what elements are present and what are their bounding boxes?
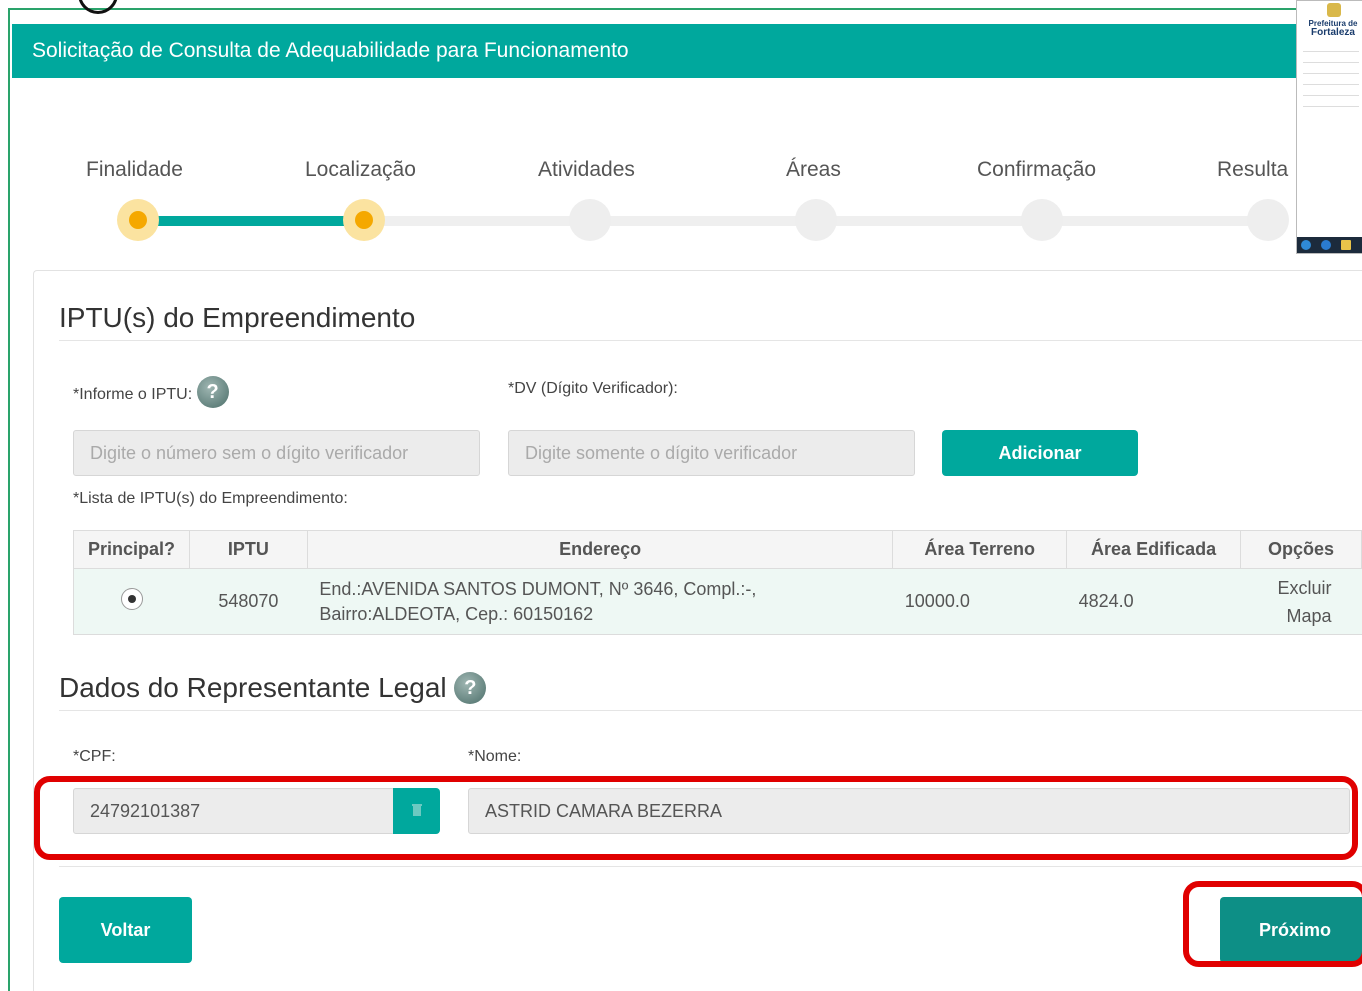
site-thumbnail: Prefeitura de Fortaleza (1296, 0, 1362, 254)
principal-radio[interactable] (120, 588, 143, 610)
start-icon (1301, 240, 1311, 250)
thumbnail-title: Prefeitura de Fortaleza (1308, 19, 1358, 38)
dv-input[interactable]: Digite somente o dígito verificador (508, 430, 915, 476)
col-opcoes: Opções (1240, 530, 1362, 569)
address-line-1: End.:AVENIDA SANTOS DUMONT, Nº 3646, Com… (319, 578, 757, 599)
page-header: Solicitação de Consulta de Adequabilidad… (12, 24, 1362, 78)
col-iptu: IPTU (188, 530, 308, 569)
dv-label: *DV (Dígito Verificador): (508, 380, 678, 397)
city-logo-icon (1327, 3, 1341, 17)
delete-link[interactable]: Excluir (1241, 574, 1331, 602)
col-endereco: Endereço (306, 530, 894, 569)
col-area-terreno: Área Terreno (892, 530, 1068, 569)
table-row: 548070 End.:AVENIDA SANTOS DUMONT, Nº 36… (73, 568, 1362, 635)
step-label-finalidade: Finalidade (86, 158, 183, 181)
rep-section-divider (59, 710, 1362, 711)
principal-cell (73, 568, 190, 635)
rep-section-title: Dados do Representante Legal ? (59, 671, 487, 704)
name-label: *Nome: (468, 748, 522, 765)
iptu-section-title: IPTU(s) do Empreendimento (59, 302, 416, 333)
folder-icon (1341, 240, 1351, 250)
step-label-localizacao: Localização (305, 158, 416, 181)
iptu-label: *Informe o IPTU: ? (73, 376, 229, 408)
add-iptu-button[interactable]: Adicionar (942, 430, 1138, 476)
area-terreno-cell: 10000.0 (892, 568, 1067, 635)
address-cell: End.:AVENIDA SANTOS DUMONT, Nº 3646, Com… (307, 568, 893, 635)
iptu-list-label: *Lista de IPTU(s) do Empreendimento: (73, 490, 348, 507)
options-cell: Excluir Mapa (1240, 568, 1362, 635)
area-edificada-cell: 4824.0 (1066, 568, 1241, 635)
step-label-confirmacao: Confirmação (977, 158, 1097, 181)
table-header-row: Principal? IPTU Endereço Área Terreno Ár… (73, 530, 1362, 569)
iptu-section-divider (59, 340, 1362, 341)
step-dot-atividades (569, 199, 611, 241)
thumbnail-taskbar (1297, 237, 1362, 253)
rep-help-icon[interactable]: ? (454, 671, 487, 704)
step-label-resultado: Resulta (1217, 158, 1289, 181)
step-dot-finalidade (117, 199, 159, 241)
step-dot-confirmacao (1021, 199, 1063, 241)
address-line-2: Bairro:ALDEOTA, Cep.: 60150162 (319, 603, 594, 624)
browser-icon (1321, 240, 1331, 250)
iptu-cell: 548070 (189, 568, 308, 635)
footer-divider (59, 866, 1362, 867)
back-button[interactable]: Voltar (59, 897, 192, 963)
step-label-areas: Áreas (786, 158, 841, 181)
iptu-table: Principal? IPTU Endereço Área Terreno Ár… (73, 530, 1362, 635)
step-label-atividades: Atividades (538, 158, 635, 181)
highlight-representative-fields (34, 776, 1358, 860)
step-dot-localizacao (343, 199, 385, 241)
iptu-help-icon[interactable]: ? (196, 376, 229, 408)
step-dot-areas (795, 199, 837, 241)
col-area-edificada: Área Edificada (1066, 530, 1242, 569)
step-track-completed (158, 216, 358, 226)
step-dot-resultado (1247, 199, 1289, 241)
page-title: Solicitação de Consulta de Adequabilidad… (32, 39, 629, 62)
highlight-next-button (1183, 881, 1362, 967)
map-link[interactable]: Mapa (1241, 602, 1331, 630)
iptu-input[interactable]: Digite o número sem o dígito verificador (73, 430, 480, 476)
thumbnail-menu (1303, 51, 1359, 117)
col-principal: Principal? (73, 530, 190, 569)
cpf-label: *CPF: (73, 748, 116, 765)
